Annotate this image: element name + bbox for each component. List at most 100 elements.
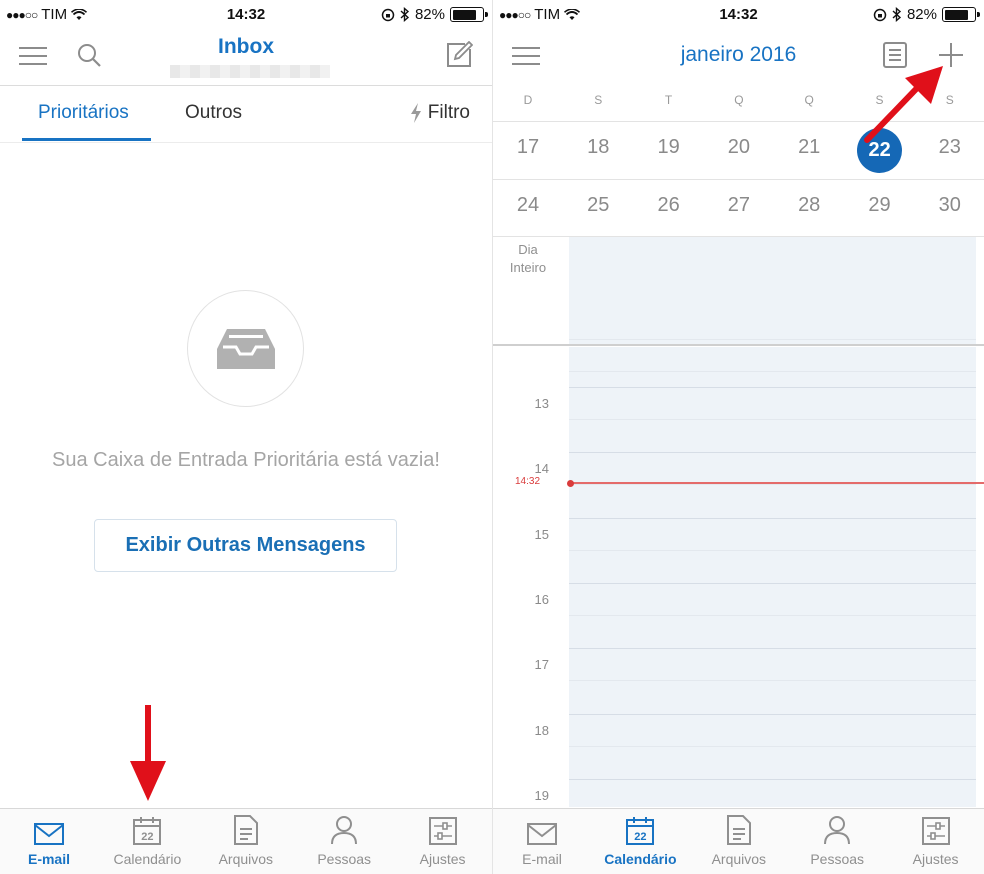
tab-label: E-mail [27,851,70,867]
day-timeline[interactable] [569,347,976,807]
bottom-tab-bar: E-mail 22 Calendário Arquivos Pessoas Ajustes [493,808,984,874]
grid-line [569,452,976,454]
tab-file[interactable]: Arquivos [197,809,295,874]
tab-person[interactable]: Pessoas [295,809,393,874]
hour-label: 19 [534,787,549,803]
month-title[interactable]: janeiro 2016 [493,43,984,67]
tab-label: Calendário [604,851,677,867]
settings-icon [887,809,984,845]
weekday-label: S [875,93,884,107]
bluetooth-icon [400,7,410,22]
current-time-line [569,482,984,485]
grid-line [569,614,976,616]
grid-line [569,549,976,551]
weekday-label: S [594,93,603,107]
battery-icon [942,7,980,22]
grid-line [569,648,976,650]
filter-label: Filtro [427,102,470,123]
empty-message: Sua Caixa de Entrada Prioritária está va… [52,449,440,471]
battery-percent: 82% [414,6,445,23]
tab-mail[interactable]: E-mail [493,809,591,874]
grid-line [569,484,976,486]
grid-line [569,517,976,519]
calendar-icon: 22 [591,809,689,845]
calendar-header: janeiro 2016 [493,30,984,85]
mail-header: Inbox [0,30,492,85]
tab-label: Ajustes [419,851,466,867]
day-cell[interactable]: 23 [915,136,984,159]
person-icon [788,809,886,845]
tab-label: Ajustes [912,851,959,867]
bottom-tab-bar: E-mail 22 Calendário Arquivos Pessoas Ajustes [0,808,492,874]
inbox-tabs: Prioritários Outros Filtro [0,86,492,142]
grid-line [569,419,976,420]
day-cell[interactable]: 27 [704,194,774,217]
tab-calendar[interactable]: 22 Calendário [591,809,689,874]
annotation-arrow-down [130,705,166,801]
mail-screen: ●●●○○ TIM 14:32 82% Inbox Prioritários O… [0,0,492,874]
tab-file[interactable]: Arquivos [690,809,788,874]
file-icon [690,809,788,845]
day-cell[interactable]: 28 [774,194,844,217]
day-cell[interactable]: 29 [845,194,915,217]
tab-settings[interactable]: Ajustes [394,809,492,874]
mail-icon [493,809,591,845]
grid-line [569,582,976,584]
tab-settings[interactable]: Ajustes [887,809,984,874]
tab-label: Calendário [113,851,182,867]
person-icon [295,809,393,845]
add-event-icon[interactable] [937,41,965,69]
day-cell[interactable]: 20 [704,136,774,159]
current-time-dot [567,479,574,487]
grid-line [569,387,976,388]
weekday-label: Q [734,93,744,107]
tab-mail[interactable]: E-mail [0,809,98,874]
day-cell[interactable]: 25 [563,194,633,217]
day-cell-today[interactable]: 22 [857,128,903,173]
day-cell[interactable]: 21 [774,136,844,159]
hour-label: 16 [534,591,549,607]
day-cell[interactable]: 24 [493,194,563,217]
account-address [170,65,330,78]
mail-icon [0,809,98,845]
weekday-label: Q [804,93,814,107]
tab-label: Arquivos [711,851,767,867]
empty-inbox-graphic [187,290,304,407]
grid-line [569,778,976,780]
status-bar: ●●●○○ TIM 14:32 82% [493,0,984,30]
page-title: Inbox [218,35,274,58]
current-time-label: 14:32 [515,476,541,488]
tab-focused[interactable]: Prioritários [38,102,129,124]
hour-label: 14 [534,461,549,477]
day-cell[interactable]: 19 [634,136,704,159]
status-bar: ●●●○○ TIM 14:32 82% [0,0,492,30]
filter-button[interactable]: Filtro [410,102,470,124]
tab-calendar[interactable]: 22 Calendário [98,809,196,874]
tab-other[interactable]: Outros [185,102,242,124]
day-cell[interactable]: 30 [915,194,984,217]
inbox-tray-icon [216,328,275,369]
calendar-screen: ●●●○○ TIM 14:32 82% janeiro 2016 D S T Q Q S S… [492,0,984,874]
weekday-label: T [664,93,673,107]
weekday-label: D [523,93,533,107]
show-other-messages-button[interactable]: Exibir Outras Mensagens [94,519,397,572]
settings-icon [394,809,492,845]
week-row: 17 18 19 20 21 22 23 [493,122,984,179]
tab-label: Pessoas [317,851,372,867]
day-cell[interactable]: 17 [493,136,563,159]
weekday-label: S [945,93,954,107]
grid-line [569,745,976,747]
agenda-view-icon[interactable] [882,41,908,69]
battery-icon [450,7,488,22]
compose-icon[interactable] [444,40,474,70]
tab-person[interactable]: Pessoas [788,809,886,874]
orientation-lock-icon [873,8,887,21]
day-cell[interactable]: 26 [634,194,704,217]
battery-percent: 82% [906,6,937,23]
tab-label: E-mail [522,851,562,867]
day-cell[interactable]: 18 [563,136,633,159]
calendar-icon: 22 [98,809,196,845]
calendar-icon-day: 22 [634,831,647,843]
all-day-area[interactable] [569,237,976,345]
lightning-icon [410,103,421,123]
